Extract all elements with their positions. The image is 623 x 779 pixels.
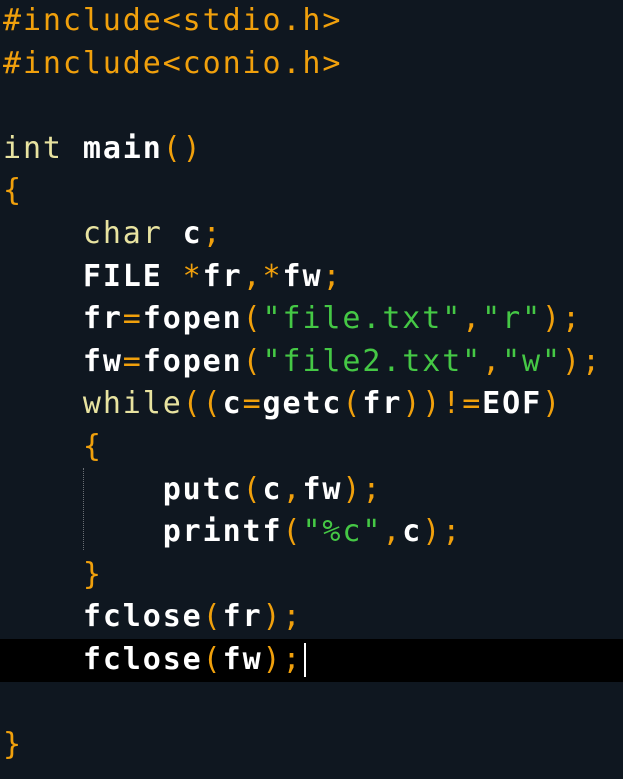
code-line[interactable] xyxy=(3,85,623,128)
punctuation-token: { xyxy=(82,428,103,464)
keyword-token: char xyxy=(82,215,183,251)
punctuation-token: { xyxy=(3,173,23,209)
identifier-token: getc xyxy=(262,386,343,422)
identifier-token: fclose xyxy=(82,599,203,635)
code-line[interactable]: { xyxy=(3,426,623,469)
punctuation-token: (( xyxy=(182,386,223,422)
identifier-token: fopen xyxy=(142,343,243,379)
code-line[interactable] xyxy=(3,682,623,725)
code-line[interactable]: #include<conio.h> xyxy=(3,43,623,86)
code-line[interactable]: { xyxy=(3,170,623,213)
code-line[interactable]: fr=fopen("file.txt","r"); xyxy=(3,298,623,341)
identifier-token: fr xyxy=(202,258,243,294)
punctuation-token: } xyxy=(3,727,23,763)
string-token: "file2.txt" xyxy=(262,343,483,379)
code-line[interactable]: } xyxy=(3,554,623,597)
punctuation-token: ); xyxy=(262,599,303,635)
punctuation-token: ); xyxy=(342,471,383,507)
punctuation-token: ); xyxy=(542,301,582,337)
identifier-token: c xyxy=(402,514,423,550)
punctuation-token: ,* xyxy=(242,258,283,294)
identifier-token: fw xyxy=(282,258,323,294)
string-token: "r" xyxy=(482,301,543,337)
identifier-token: fr xyxy=(222,599,263,635)
code-line[interactable]: while((c=getc(fr))!=EOF) xyxy=(3,383,623,426)
punctuation-token: ); xyxy=(422,514,463,550)
punctuation-token: } xyxy=(82,556,103,592)
identifier-token: main xyxy=(82,130,163,166)
code-line[interactable]: } xyxy=(3,724,623,767)
punctuation-token: = xyxy=(122,343,143,379)
punctuation-token: ( xyxy=(242,343,263,379)
preprocessor-token: #include<stdio.h> xyxy=(3,3,343,38)
punctuation-token: ))!= xyxy=(402,386,483,422)
code-line[interactable]: fw=fopen("file2.txt","w"); xyxy=(3,341,623,384)
code-line[interactable]: printf("%c",c); xyxy=(3,511,623,554)
code-line[interactable]: #include<stdio.h> xyxy=(3,0,623,43)
text-cursor xyxy=(304,643,307,678)
identifier-token: putc xyxy=(162,471,243,507)
punctuation-token: = xyxy=(242,386,263,422)
punctuation-token: ); xyxy=(561,343,602,379)
punctuation-token: * xyxy=(182,258,203,294)
punctuation-token: ; xyxy=(322,258,343,294)
code-editor[interactable]: #include<stdio.h> #include<conio.h> int m… xyxy=(0,0,623,767)
punctuation-token: , xyxy=(462,301,483,337)
punctuation-token: ( xyxy=(242,301,263,337)
identifier-token: FILE xyxy=(82,258,183,294)
punctuation-token: ); xyxy=(262,641,303,677)
punctuation-token: ( xyxy=(202,641,223,677)
punctuation-token: ( xyxy=(242,471,263,507)
string-token: "file.txt" xyxy=(262,301,463,337)
keyword-token: int xyxy=(3,130,83,166)
identifier-token: fw xyxy=(222,641,263,677)
punctuation-token: = xyxy=(122,301,143,337)
punctuation-token: , xyxy=(382,514,403,550)
identifier-token: fopen xyxy=(142,301,243,337)
punctuation-token: ( xyxy=(342,386,363,422)
punctuation-token: ) xyxy=(542,386,563,422)
identifier-token: fclose xyxy=(82,641,203,677)
punctuation-token: , xyxy=(482,343,503,379)
current-code-line[interactable]: fclose(fw); xyxy=(0,638,623,682)
keyword-token: while xyxy=(82,386,183,422)
string-token: "%c" xyxy=(302,514,383,550)
identifier-token: EOF xyxy=(482,386,543,422)
preprocessor-token: #include<conio.h> xyxy=(3,45,343,81)
code-line[interactable]: putc(c,fw); xyxy=(3,469,623,512)
punctuation-token: ; xyxy=(202,215,223,251)
punctuation-token: ( xyxy=(282,514,303,550)
punctuation-token: () xyxy=(162,130,203,166)
identifier-token: c xyxy=(222,386,243,422)
code-line[interactable]: FILE *fr,*fw; xyxy=(3,256,623,299)
code-line[interactable]: fclose(fr); xyxy=(3,596,623,639)
identifier-token: c xyxy=(262,471,283,507)
identifier-token: fw xyxy=(82,343,123,379)
identifier-token: fw xyxy=(302,471,343,507)
code-line[interactable]: int main() xyxy=(3,128,623,171)
identifier-token: fr xyxy=(82,301,123,337)
string-token: "w" xyxy=(502,343,562,379)
identifier-token: c xyxy=(182,215,203,251)
punctuation-token: ( xyxy=(202,599,223,635)
code-line[interactable]: char c; xyxy=(3,213,623,256)
identifier-token: fr xyxy=(362,386,403,422)
identifier-token: printf xyxy=(162,514,283,550)
punctuation-token: , xyxy=(282,471,303,507)
